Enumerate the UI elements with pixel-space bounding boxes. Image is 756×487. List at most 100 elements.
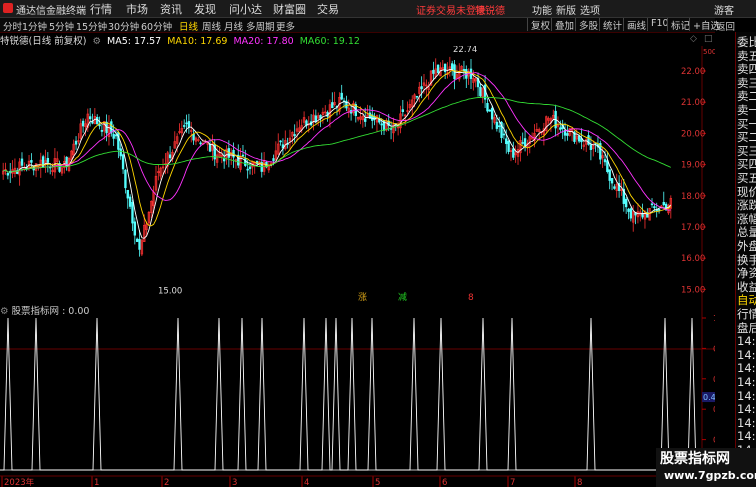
candle-body [512, 148, 515, 158]
menu-quotes[interactable]: 行情 [90, 1, 112, 17]
candle-body [96, 116, 99, 125]
stock-notice: 特锐德 [475, 6, 505, 17]
quote-item: 卖二 [737, 89, 756, 104]
candle-body [486, 103, 489, 112]
candle-body [98, 124, 101, 127]
kline-chart[interactable]: 22.7415.00 22.0021.0020.0019.0018.0017.0… [0, 46, 715, 487]
menu-news[interactable]: 资讯 [160, 1, 182, 17]
period-1min[interactable]: 1分钟 [22, 19, 47, 33]
candle-body [420, 86, 423, 90]
tool-stats[interactable]: 统计 [599, 18, 625, 32]
candle-body [185, 122, 188, 125]
indicator-header: ⚙ 股票指标网 : 0.00 [0, 303, 90, 317]
period-multi[interactable]: 多周期 [246, 19, 275, 33]
candle-body [521, 142, 524, 144]
quote-item: 买三 [737, 143, 756, 158]
menu-market[interactable]: 市场 [126, 1, 148, 17]
tick-item: 14:50 [737, 388, 756, 403]
chart-marker: 涨 [358, 292, 367, 303]
menu-wealth[interactable]: 财富圈 [273, 1, 306, 17]
candle-body [498, 125, 501, 128]
tick-item: 行情 [737, 307, 756, 321]
candle-body [436, 64, 440, 74]
expand-icon[interactable]: ◇ [690, 34, 697, 44]
price-tick-label: 22.00 [681, 67, 705, 77]
tick-item: 14:50 [737, 347, 756, 362]
watermark-title: 股票指标网 [660, 451, 730, 467]
ma-lines: 22.74 15.00 [3, 46, 672, 296]
high-price-label: 22.74 [453, 46, 477, 55]
time-label: 3 [232, 478, 237, 487]
price-tick-label: 21.00 [681, 98, 705, 108]
candle-body [199, 142, 202, 145]
quote-item: 涨跌 [737, 198, 756, 213]
time-label: 7 [510, 478, 515, 487]
candle-body [187, 121, 191, 128]
candle-body [331, 102, 334, 109]
indicator-gear-icon[interactable]: ⚙ [0, 306, 12, 317]
quote-item: 买二 [737, 130, 756, 145]
tick-item: 14:50 [737, 402, 756, 417]
close-icon[interactable]: □ [704, 34, 713, 44]
indicator-tick-label: 0.40 [713, 405, 715, 414]
watermark: 股票指标网 www.7gpzb.com [656, 448, 756, 487]
tool-back[interactable]: 返回 [716, 19, 735, 33]
menu-guest[interactable]: 游客 [714, 2, 734, 17]
tick-item: 14:50 [737, 375, 756, 389]
tool-multistock[interactable]: 多股 [575, 18, 601, 32]
price-tick-label: 19.00 [681, 161, 705, 171]
candle-body [443, 63, 447, 73]
menu-trade[interactable]: 交易 [317, 1, 339, 17]
candle-body [272, 158, 275, 162]
indicator-name: 股票指标网 : 0.00 [11, 306, 90, 317]
period-30min[interactable]: 30分钟 [108, 19, 139, 33]
indicator-tick-label: 0.20 [713, 436, 715, 445]
period-15min[interactable]: 15分钟 [76, 19, 107, 33]
indicator-line [0, 317, 702, 471]
tool-adjust[interactable]: 复权 [527, 18, 553, 32]
time-label: 2023年 [4, 477, 35, 487]
candle-body [340, 92, 343, 100]
period-daily[interactable]: 日线 [179, 19, 198, 33]
ma20-line [3, 72, 671, 211]
menu-newversion[interactable]: 新版 [556, 2, 576, 17]
time-label: 4 [304, 478, 309, 487]
candle-body [112, 134, 115, 139]
tool-overlay[interactable]: 叠加 [551, 18, 577, 32]
menu-ask[interactable]: 问小达 [229, 1, 262, 17]
candle-body [114, 134, 118, 137]
period-monthly[interactable]: 月线 [224, 19, 243, 33]
candle-body [88, 116, 92, 120]
title-bar: 通达信金融终端 行情 市场 资讯 发现 问小达 财富圈 交易 证券交易未登录 特… [0, 0, 756, 18]
menu-options[interactable]: 选项 [580, 2, 600, 17]
low-price-label: 15.00 [158, 286, 182, 296]
candle-body [653, 206, 656, 209]
quote-item: 卖五 [737, 48, 756, 63]
chart-markers: 涨 减 8 [358, 291, 474, 303]
menu-function[interactable]: 功能 [532, 2, 552, 17]
quote-item: 买四 [737, 157, 756, 172]
quote-item: 卖一 [737, 103, 756, 117]
ma10-line [3, 69, 672, 227]
menu-discover[interactable]: 发现 [194, 1, 216, 17]
tool-draw[interactable]: 画线 [623, 18, 649, 32]
period-toolbar: 分时 1分钟 5分钟 15分钟 30分钟 60分钟 日线 周线 月线 多周期 更… [0, 18, 720, 33]
period-timeshare[interactable]: 分时 [3, 19, 22, 33]
candle-body [488, 109, 492, 112]
candle-body [46, 157, 50, 163]
period-60min[interactable]: 60分钟 [141, 19, 172, 33]
period-more[interactable]: 更多 [276, 19, 295, 33]
candle-body [20, 158, 24, 166]
quote-item: 净资 [737, 266, 756, 281]
candle-body [490, 107, 494, 120]
period-5min[interactable]: 5分钟 [49, 19, 74, 33]
indicator-tick-label: 0.80 [713, 344, 715, 353]
indicator-axis: 1.00 0.80 0.60 0.40 0.20 0.48 [702, 314, 715, 445]
candle-body [577, 135, 581, 142]
period-weekly[interactable]: 周线 [202, 19, 221, 33]
candle-body [479, 86, 482, 97]
time-label: 1 [94, 478, 99, 487]
tick-item: 14:50 [737, 415, 756, 430]
indicator-tick-label: 1.00 [713, 314, 715, 323]
quote-item: 买五 [737, 171, 756, 185]
